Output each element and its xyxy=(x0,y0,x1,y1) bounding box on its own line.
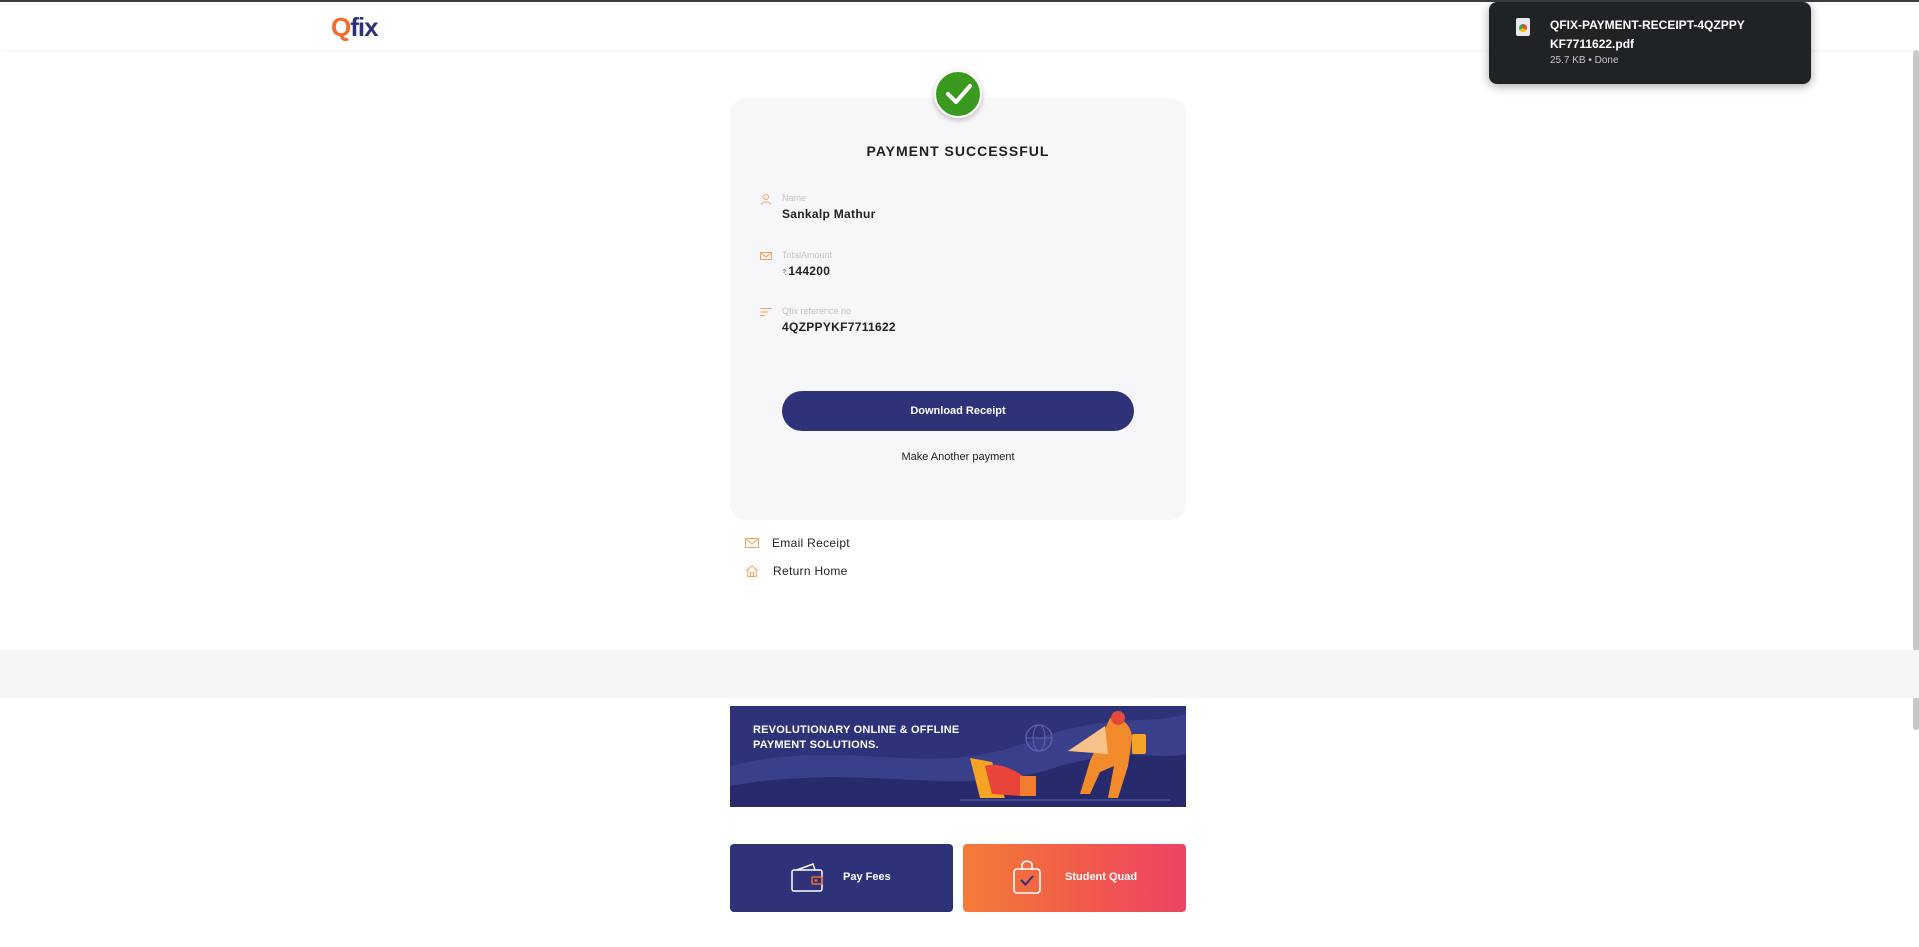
file-icon xyxy=(1516,18,1530,36)
banner-headline: REVOLUTIONARY ONLINE & OFFLINE PAYMENT S… xyxy=(753,724,960,751)
total-amount-value: ₹144200 xyxy=(782,264,830,278)
qfix-logo[interactable]: Qfix xyxy=(331,12,379,43)
page-scrollbar[interactable] xyxy=(1913,50,1919,730)
reference-value: 4QZPPYKF7711622 xyxy=(782,320,896,334)
payment-status-title: PAYMENT SUCCESSFUL xyxy=(866,143,1050,159)
browser-download-popup[interactable]: QFIX-PAYMENT-RECEIPT-4QZPPYKF7711622.pdf… xyxy=(1489,2,1811,84)
email-receipt-label: Email Receipt xyxy=(772,536,850,550)
envelope-icon xyxy=(745,538,759,548)
shopping-bag-icon xyxy=(1013,860,1041,894)
envelope-icon xyxy=(760,252,772,260)
pay-fees-tile[interactable]: Pay Fees xyxy=(730,844,953,912)
check-icon xyxy=(946,84,972,104)
user-icon xyxy=(761,194,771,205)
success-check-badge xyxy=(934,70,982,118)
wallet-icon xyxy=(791,863,823,892)
banner-illustration xyxy=(730,711,1186,807)
home-icon xyxy=(745,565,759,577)
currency-symbol: ₹ xyxy=(782,268,788,277)
download-status: 25.7 KB • Done xyxy=(1550,55,1619,66)
make-another-payment-link[interactable]: Make Another payment xyxy=(730,451,1186,463)
return-home-label: Return Home xyxy=(773,564,848,578)
pay-fees-label: Pay Fees xyxy=(843,871,891,883)
list-icon xyxy=(760,308,772,316)
section-divider-band xyxy=(0,650,1919,698)
name-label: Name xyxy=(782,193,807,203)
promo-banner: REVOLUTIONARY ONLINE & OFFLINE PAYMENT S… xyxy=(730,706,1186,807)
download-filename[interactable]: QFIX-PAYMENT-RECEIPT-4QZPPYKF7711622.pdf xyxy=(1550,16,1750,54)
name-value: Sankalp Mathur xyxy=(782,207,876,221)
student-quad-tile[interactable]: Student Quad xyxy=(963,844,1186,912)
total-amount-label: TotalAmount xyxy=(782,250,833,260)
amount-number: 144200 xyxy=(788,264,831,278)
student-quad-label: Student Quad xyxy=(1065,871,1138,883)
download-receipt-button[interactable]: Download Receipt xyxy=(782,391,1134,431)
reference-label: Qfix reference no xyxy=(782,306,852,316)
